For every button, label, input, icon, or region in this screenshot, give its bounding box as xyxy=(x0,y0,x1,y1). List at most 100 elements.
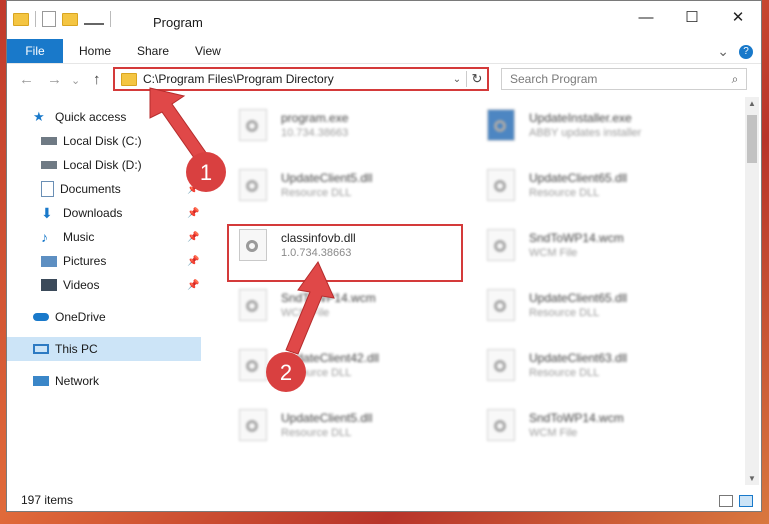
sidebar-item-label: Downloads xyxy=(63,206,123,220)
item-count: 197 items xyxy=(21,493,74,507)
title-bar: Program — ☐ ✕ xyxy=(7,1,761,39)
file-item[interactable]: UpdateInstaller.exe ABBY updates install… xyxy=(477,103,717,147)
drive-icon xyxy=(41,137,57,145)
window-controls: — ☐ ✕ xyxy=(623,1,761,33)
file-item[interactable]: SndToWP14.wcm WCM File xyxy=(477,403,717,447)
music-icon: ♪ xyxy=(41,229,48,245)
pin-icon[interactable]: 📌 xyxy=(187,184,199,195)
sidebar-item-this-pc[interactable]: This PC xyxy=(7,337,201,361)
status-bar: 197 items xyxy=(7,489,761,511)
tab-home[interactable]: Home xyxy=(79,39,111,63)
expand-ribbon-icon[interactable]: ⌄ xyxy=(717,43,729,60)
file-name: SndToWP14.wcm xyxy=(281,291,376,305)
computer-icon xyxy=(33,344,49,354)
dll-file-icon xyxy=(239,409,267,441)
customize-toolbar-icon[interactable] xyxy=(84,13,104,25)
wcm-file-icon xyxy=(239,289,267,321)
file-details: ABBY updates installer xyxy=(529,127,642,139)
sidebar-item-label: Network xyxy=(55,374,100,388)
scrollbar-thumb[interactable] xyxy=(747,115,757,163)
search-box[interactable]: Search Program ⌕ xyxy=(501,68,747,90)
sidebar-item-quick-access[interactable]: ★ Quick access xyxy=(7,105,201,129)
sidebar-item-documents[interactable]: Documents 📌 xyxy=(7,177,201,201)
address-dropdown-button[interactable]: ⌄ xyxy=(448,74,466,85)
videos-icon xyxy=(41,279,57,291)
file-item[interactable]: UpdateClient5.dll Resource DLL xyxy=(229,403,469,447)
file-details: Resource DLL xyxy=(529,307,600,319)
sidebar-item-music[interactable]: ♪ Music 📌 xyxy=(7,225,201,249)
sidebar-item-label: Music xyxy=(63,230,95,244)
scroll-up-icon[interactable]: ▲ xyxy=(745,99,759,108)
quick-access-toolbar xyxy=(13,11,111,27)
forward-button[interactable]: → xyxy=(47,71,62,88)
address-path[interactable]: C:\Program Files\Program Directory xyxy=(143,72,448,86)
file-details: Resource DLL xyxy=(281,187,352,199)
tab-share[interactable]: Share xyxy=(137,39,169,63)
file-name: UpdateClient65.dll xyxy=(529,291,628,305)
sidebar-item-label: OneDrive xyxy=(55,310,106,324)
folder-icon xyxy=(13,12,29,26)
pin-icon[interactable]: 📌 xyxy=(187,280,199,291)
file-item[interactable]: UpdateClient42.dll Resource DLL xyxy=(229,343,469,387)
file-name: UpdateClient63.dll xyxy=(529,351,628,365)
vertical-scrollbar[interactable]: ▲ ▼ xyxy=(745,97,759,485)
up-button[interactable]: ↑ xyxy=(93,71,101,88)
file-details: WCM File xyxy=(529,427,578,439)
file-details: Resource DLL xyxy=(529,187,600,199)
pictures-icon xyxy=(41,255,57,267)
dll-file-icon xyxy=(487,349,515,381)
new-folder-icon[interactable] xyxy=(62,12,78,26)
highlight-box xyxy=(227,224,463,282)
pin-icon[interactable]: 📌 xyxy=(187,232,199,243)
folder-icon xyxy=(121,72,137,86)
navigation-pane: ★ Quick access Local Disk (C:) Local Dis… xyxy=(7,97,201,481)
details-view-icon[interactable] xyxy=(719,495,733,507)
sidebar-item-pictures[interactable]: Pictures 📌 xyxy=(7,249,201,273)
large-icons-view-icon[interactable] xyxy=(739,495,753,507)
recent-locations-button[interactable]: ⌄ xyxy=(71,74,80,87)
ribbon-right-controls: ⌄ ? xyxy=(717,43,753,60)
sidebar-item-label: Local Disk (D:) xyxy=(63,158,142,172)
divider xyxy=(110,11,111,27)
cloud-icon xyxy=(33,313,49,321)
file-item[interactable]: UpdateClient65.dll Resource DLL xyxy=(477,283,717,327)
sidebar-item-onedrive[interactable]: OneDrive xyxy=(7,305,201,329)
ribbon-tabs: File Home Share View ⌄ ? xyxy=(7,39,761,64)
sidebar-item-videos[interactable]: Videos 📌 xyxy=(7,273,201,297)
tab-view[interactable]: View xyxy=(195,39,221,63)
file-item[interactable]: program.exe 10.734.38663 xyxy=(229,103,469,147)
download-icon: ⬇ xyxy=(41,205,53,221)
sidebar-item-downloads[interactable]: ⬇ Downloads 📌 xyxy=(7,201,201,225)
file-name: UpdateClient5.dll xyxy=(281,171,373,185)
view-switcher xyxy=(719,495,753,507)
file-details: Resource DLL xyxy=(281,367,352,379)
minimize-button[interactable]: — xyxy=(623,1,669,33)
file-item[interactable]: SndToWP14.wcm WCM File xyxy=(477,223,717,267)
back-button[interactable]: ← xyxy=(19,71,34,88)
star-icon: ★ xyxy=(33,109,45,124)
pin-icon[interactable]: 📌 xyxy=(187,208,199,219)
network-icon xyxy=(33,376,49,386)
sidebar-item-network[interactable]: Network xyxy=(7,369,201,393)
pin-icon[interactable]: 📌 xyxy=(187,256,199,267)
file-details: 10.734.38663 xyxy=(281,127,349,139)
file-details: WCM File xyxy=(281,307,330,319)
sidebar-item-label: Pictures xyxy=(63,254,107,268)
search-icon[interactable]: ⌕ xyxy=(724,72,746,87)
properties-icon[interactable] xyxy=(42,11,56,27)
close-button[interactable]: ✕ xyxy=(715,1,761,33)
scroll-down-icon[interactable]: ▼ xyxy=(745,474,759,483)
file-item[interactable]: UpdateClient65.dll Resource DLL xyxy=(477,163,717,207)
tab-file[interactable]: File xyxy=(7,39,63,63)
sidebar-item-local-disk-c[interactable]: Local Disk (C:) xyxy=(7,129,201,153)
file-item[interactable]: UpdateClient5.dll Resource DLL xyxy=(229,163,469,207)
file-item[interactable]: UpdateClient63.dll Resource DLL xyxy=(477,343,717,387)
address-bar[interactable]: C:\Program Files\Program Directory ⌄ ↻ xyxy=(113,67,489,91)
file-item[interactable]: SndToWP14.wcm WCM File xyxy=(229,283,469,327)
file-name: UpdateClient42.dll xyxy=(281,351,380,365)
refresh-button[interactable]: ↻ xyxy=(466,71,487,87)
maximize-button[interactable]: ☐ xyxy=(669,1,715,33)
sidebar-item-local-disk-d[interactable]: Local Disk (D:) xyxy=(7,153,201,177)
help-icon[interactable]: ? xyxy=(739,44,753,59)
search-input[interactable]: Search Program xyxy=(502,72,724,86)
